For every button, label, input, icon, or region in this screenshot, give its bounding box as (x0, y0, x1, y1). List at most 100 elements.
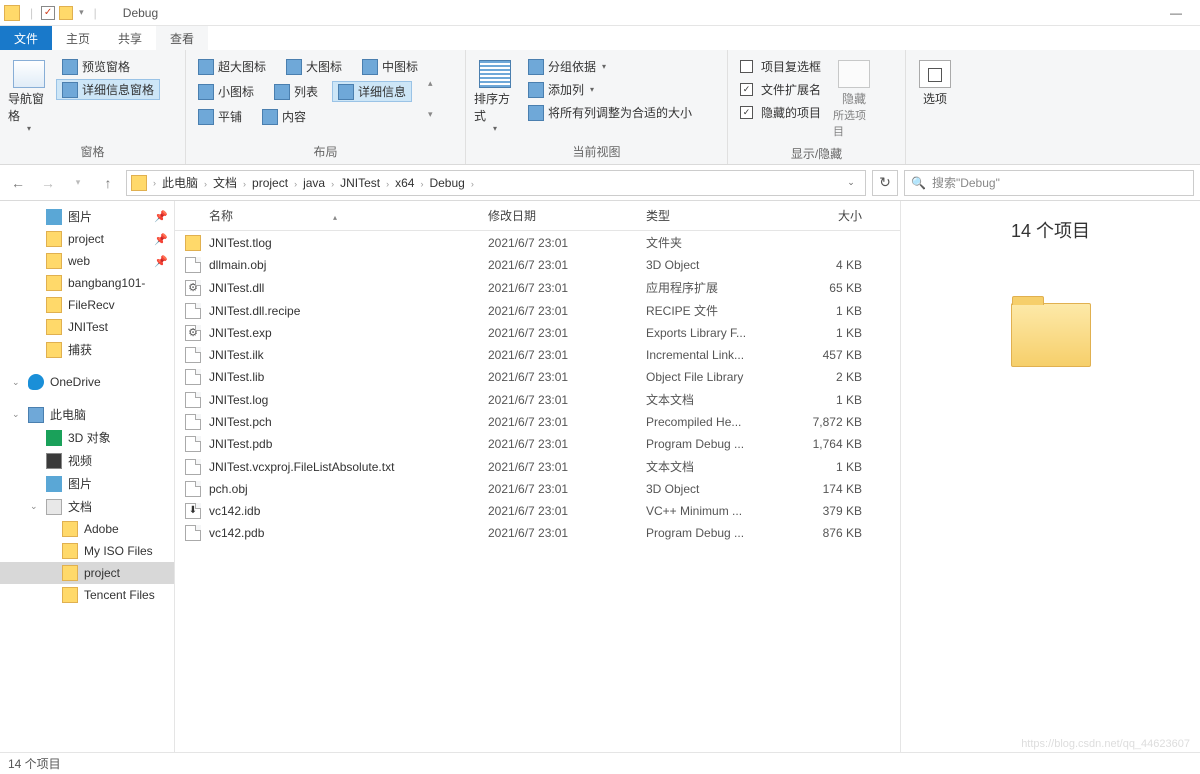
xl-icons-button[interactable]: 超大图标 (192, 56, 272, 77)
tree-item[interactable]: ⌄OneDrive (0, 371, 174, 393)
tree-item[interactable]: 图片 (0, 472, 174, 495)
col-size[interactable]: 大小 (788, 207, 870, 224)
file-extensions-toggle[interactable]: 文件扩展名 (734, 79, 827, 100)
file-size: 65 KB (788, 281, 870, 295)
back-button[interactable]: ← (6, 171, 30, 195)
tree-item[interactable]: My ISO Files (0, 540, 174, 562)
tree-item[interactable]: 捕获 (0, 338, 174, 361)
tree-item[interactable]: 3D 对象 (0, 426, 174, 449)
file-row[interactable]: vc142.idb2021/6/7 23:01VC++ Minimum ...3… (175, 500, 900, 522)
tab-file[interactable]: 文件 (0, 26, 52, 50)
breadcrumb-item[interactable]: java (299, 176, 329, 190)
sort-asc-icon: ▴ (333, 213, 337, 222)
file-row[interactable]: JNITest.dll2021/6/7 23:01应用程序扩展65 KB (175, 276, 900, 299)
file-list[interactable]: 名称▴ 修改日期 类型 大小 JNITest.tlog2021/6/7 23:0… (175, 201, 900, 752)
sort-button[interactable]: 排序方式 ▾ (472, 56, 518, 137)
tiles-button[interactable]: 平铺 (192, 106, 248, 127)
tree-item-label: web (68, 254, 90, 268)
chevron-right-icon[interactable]: › (469, 179, 476, 189)
tab-home[interactable]: 主页 (52, 26, 104, 50)
refresh-button[interactable]: ↻ (872, 170, 898, 196)
nav-tree[interactable]: 图片📌project📌 web 📌 bangbang101-FileRecvJNITe… (0, 201, 175, 752)
m-icons-button[interactable]: 中图标 (356, 56, 424, 77)
col-name[interactable]: 名称▴ (175, 207, 480, 224)
pin-icon: 📌 (154, 255, 168, 268)
col-type[interactable]: 类型 (638, 207, 788, 224)
expand-icon[interactable]: ⌄ (12, 409, 22, 420)
folder-icon (46, 253, 62, 269)
col-date[interactable]: 修改日期 (480, 207, 638, 224)
search-input[interactable]: 🔍 搜索"Debug" (904, 170, 1194, 196)
tree-item[interactable]: JNITest (0, 316, 174, 338)
expand-icon[interactable]: ⌄ (12, 377, 22, 388)
tree-item[interactable]: ⌄此电脑 (0, 403, 174, 426)
l-icons-button[interactable]: 大图标 (280, 56, 348, 77)
qat-checkbox-icon[interactable]: ✓ (41, 6, 55, 20)
chevron-right-icon[interactable]: › (241, 179, 248, 189)
file-row[interactable]: dllmain.obj2021/6/7 23:013D Object4 KB (175, 254, 900, 276)
s-icons-button[interactable]: 小图标 (192, 81, 260, 102)
chevron-right-icon[interactable]: › (292, 179, 299, 189)
tree-item[interactable]: 视频 (0, 449, 174, 472)
nav-pane-button[interactable]: 导航窗格 ▾ (6, 56, 52, 137)
expand-icon[interactable]: ⌄ (30, 501, 40, 512)
file-row[interactable]: JNITest.tlog2021/6/7 23:01文件夹 (175, 231, 900, 254)
recent-dropdown[interactable]: ▾ (66, 171, 90, 195)
m-icons-icon (362, 59, 378, 75)
file-row[interactable]: JNITest.pdb2021/6/7 23:01Program Debug .… (175, 433, 900, 455)
file-icon (185, 280, 201, 296)
forward-button[interactable]: → (36, 171, 60, 195)
minimize-button[interactable]: — (1156, 0, 1196, 26)
breadcrumb-item[interactable]: project (248, 176, 292, 190)
breadcrumb[interactable]: › 此电脑›文档›project›java›JNITest›x64›Debug›… (126, 170, 866, 196)
breadcrumb-item[interactable]: JNITest (336, 176, 384, 190)
address-dropdown-icon[interactable]: ⌄ (841, 177, 861, 188)
tree-item[interactable]: project (0, 562, 174, 584)
chevron-right-icon[interactable]: › (202, 179, 209, 189)
file-row[interactable]: JNITest.log2021/6/7 23:01文本文档1 KB (175, 388, 900, 411)
chevron-right-icon[interactable]: › (151, 178, 158, 188)
file-name: JNITest.ilk (209, 348, 480, 362)
tree-item[interactable]: FileRecv (0, 294, 174, 316)
options-button[interactable]: 选项 (912, 56, 958, 111)
preview-pane-button[interactable]: 预览窗格 (56, 56, 160, 77)
tree-item[interactable]: ⌄文档 (0, 495, 174, 518)
fit-columns-button[interactable]: 将所有列调整为合适的大小 (522, 102, 698, 123)
group-by-button[interactable]: 分组依据▾ (522, 56, 698, 77)
tab-view[interactable]: 查看 (156, 26, 208, 50)
file-row[interactable]: JNITest.vcxproj.FileListAbsolute.txt2021… (175, 455, 900, 478)
details-pane-button[interactable]: 详细信息窗格 (56, 79, 160, 100)
chevron-down-icon: ▾ (493, 124, 497, 133)
add-columns-button[interactable]: 添加列▾ (522, 79, 698, 100)
breadcrumb-item[interactable]: x64 (391, 176, 418, 190)
file-row[interactable]: JNITest.exp2021/6/7 23:01Exports Library… (175, 322, 900, 344)
pic-icon (46, 209, 62, 225)
file-row[interactable]: vc142.pdb2021/6/7 23:01Program Debug ...… (175, 522, 900, 544)
hide-selected-button[interactable]: 隐藏 所选项目 (831, 56, 877, 143)
file-row[interactable]: JNITest.dll.recipe2021/6/7 23:01RECIPE 文… (175, 299, 900, 322)
tree-item[interactable]: 图片📌 (0, 205, 174, 228)
file-row[interactable]: pch.obj2021/6/7 23:013D Object174 KB (175, 478, 900, 500)
breadcrumb-item[interactable]: 文档 (209, 176, 241, 190)
hidden-items-toggle[interactable]: 隐藏的项目 (734, 102, 827, 123)
tab-share[interactable]: 共享 (104, 26, 156, 50)
file-row[interactable]: JNITest.pch2021/6/7 23:01Precompiled He.… (175, 411, 900, 433)
breadcrumb-item[interactable]: 此电脑 (158, 176, 202, 190)
file-row[interactable]: JNITest.ilk2021/6/7 23:01Incremental Lin… (175, 344, 900, 366)
breadcrumb-item[interactable]: Debug (425, 176, 468, 190)
details-view-button[interactable]: 详细信息 (332, 81, 412, 102)
qat-dropdown-icon[interactable]: ▾ (79, 7, 84, 18)
qat-folder-icon[interactable] (59, 6, 73, 20)
layout-scroll[interactable]: ▴▾ (428, 78, 433, 120)
content-button[interactable]: 内容 (256, 106, 312, 127)
file-row[interactable]: JNITest.lib2021/6/7 23:01Object File Lib… (175, 366, 900, 388)
tree-item[interactable]: Adobe (0, 518, 174, 540)
file-icon (185, 459, 201, 475)
tree-item[interactable]: Tencent Files (0, 584, 174, 606)
tree-item[interactable]: project📌 (0, 228, 174, 250)
item-checkboxes-toggle[interactable]: 项目复选框 (734, 56, 827, 77)
tree-item[interactable]: bangbang101- (0, 272, 174, 294)
up-button[interactable]: ↑ (96, 171, 120, 195)
list-button[interactable]: 列表 (268, 81, 324, 102)
tree-item[interactable]: web 📌 (0, 250, 174, 272)
